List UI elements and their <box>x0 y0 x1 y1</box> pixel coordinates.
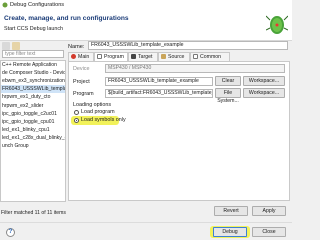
tree-item[interactable]: ebwm_ex3_synchronization <box>1 77 65 85</box>
project-label: Project <box>73 79 90 85</box>
tree-item[interactable]: ipc_gpio_toggle_c2uc01 <box>1 110 65 118</box>
window-title: Debug Configurations <box>10 1 65 8</box>
clear-button[interactable]: Clear <box>215 76 241 86</box>
configuration-list-pane: type filter text C++ Remote Application … <box>0 40 66 202</box>
tree-item[interactable]: de Composer Studio - Device Debugging <box>1 69 65 77</box>
program-tab-panel: Device MSP430 / MSP430 Project FR6043_US… <box>68 61 290 201</box>
close-button[interactable]: Close <box>252 227 286 237</box>
new-config-icon[interactable] <box>2 42 10 50</box>
program-label: Program <box>73 91 94 97</box>
revert-button[interactable]: Revert <box>214 206 248 216</box>
tree-item[interactable]: led_ex1_blinky_cpu1 <box>1 126 65 134</box>
program-field[interactable]: ${build_artifact:FR6043_USSSWLib_templat… <box>105 89 213 98</box>
config-tabs: Main Program Target Source Common <box>68 52 288 61</box>
device-field: MSP430 / MSP430 <box>105 64 285 73</box>
tree-item[interactable]: unch Group <box>1 142 65 150</box>
header-subtitle: Start CCS Debug launch <box>4 26 64 32</box>
tab-target-label: Target <box>138 54 153 60</box>
load-symbols-label[interactable]: Load symbols only <box>81 117 126 123</box>
load-program-radio[interactable] <box>74 110 79 115</box>
tab-program-label: Program <box>104 54 124 60</box>
workspace-button[interactable]: Workspace... <box>243 76 285 86</box>
bug-logo-icon <box>266 15 288 34</box>
tree-item[interactable]: ipc_gpio_toggle_cpu01 <box>1 118 65 126</box>
configuration-tree[interactable]: C++ Remote Application de Composer Studi… <box>0 60 66 202</box>
tree-item[interactable]: led_ex1_c28x_dual_blinky_cpu1 <box>1 134 65 142</box>
file-system-button[interactable]: File System... <box>215 88 241 104</box>
tree-item[interactable]: hrpwm_ex2_slider <box>1 102 65 110</box>
common-tab-icon <box>193 54 198 59</box>
debug-button[interactable]: Debug <box>213 227 247 237</box>
main-tab-icon <box>71 54 76 59</box>
source-tab-icon <box>161 54 166 59</box>
dialog-header: Create, manage, and run configurations S… <box>0 10 292 41</box>
filter-status: Filter matched 11 of 11 items <box>1 210 66 216</box>
footer-separator <box>0 222 292 223</box>
tab-common[interactable]: Common <box>190 52 230 61</box>
tree-item[interactable]: hrpwm_ex1_duty_cto <box>1 93 65 101</box>
tab-source[interactable]: Source <box>158 52 190 61</box>
name-label: Name: <box>68 44 85 50</box>
load-program-label[interactable]: Load program <box>81 109 115 115</box>
debug-app-icon <box>2 2 8 8</box>
header-title: Create, manage, and run configurations <box>4 15 129 22</box>
tab-source-label: Source <box>168 54 185 60</box>
apply-button[interactable]: Apply <box>252 206 286 216</box>
program-tab-icon <box>97 54 102 59</box>
name-field[interactable]: FR6043_USSSWLib_template_example <box>88 41 288 50</box>
project-field[interactable]: FR6043_USSSWLib_template_example <box>105 77 213 86</box>
title-bar: Debug Configurations <box>0 0 292 10</box>
tab-main[interactable]: Main <box>68 52 94 61</box>
loading-options-label: Loading options <box>73 102 112 108</box>
tree-item[interactable]: C++ Remote Application <box>1 61 65 69</box>
tree-item-selected[interactable]: FR6043_USSSWLib_template_example <box>1 85 65 94</box>
workspace-program-button[interactable]: Workspace... <box>243 88 285 98</box>
duplicate-icon[interactable] <box>12 42 20 50</box>
tab-target[interactable]: Target <box>128 52 158 61</box>
tab-main-label: Main <box>78 54 90 60</box>
tab-common-label: Common <box>200 54 222 60</box>
device-label: Device <box>73 66 90 72</box>
target-tab-icon <box>131 54 136 59</box>
tab-program[interactable]: Program <box>94 52 128 61</box>
load-symbols-radio[interactable] <box>74 118 79 123</box>
help-icon[interactable]: ? <box>6 228 15 237</box>
filter-input[interactable]: type filter text <box>2 50 64 58</box>
